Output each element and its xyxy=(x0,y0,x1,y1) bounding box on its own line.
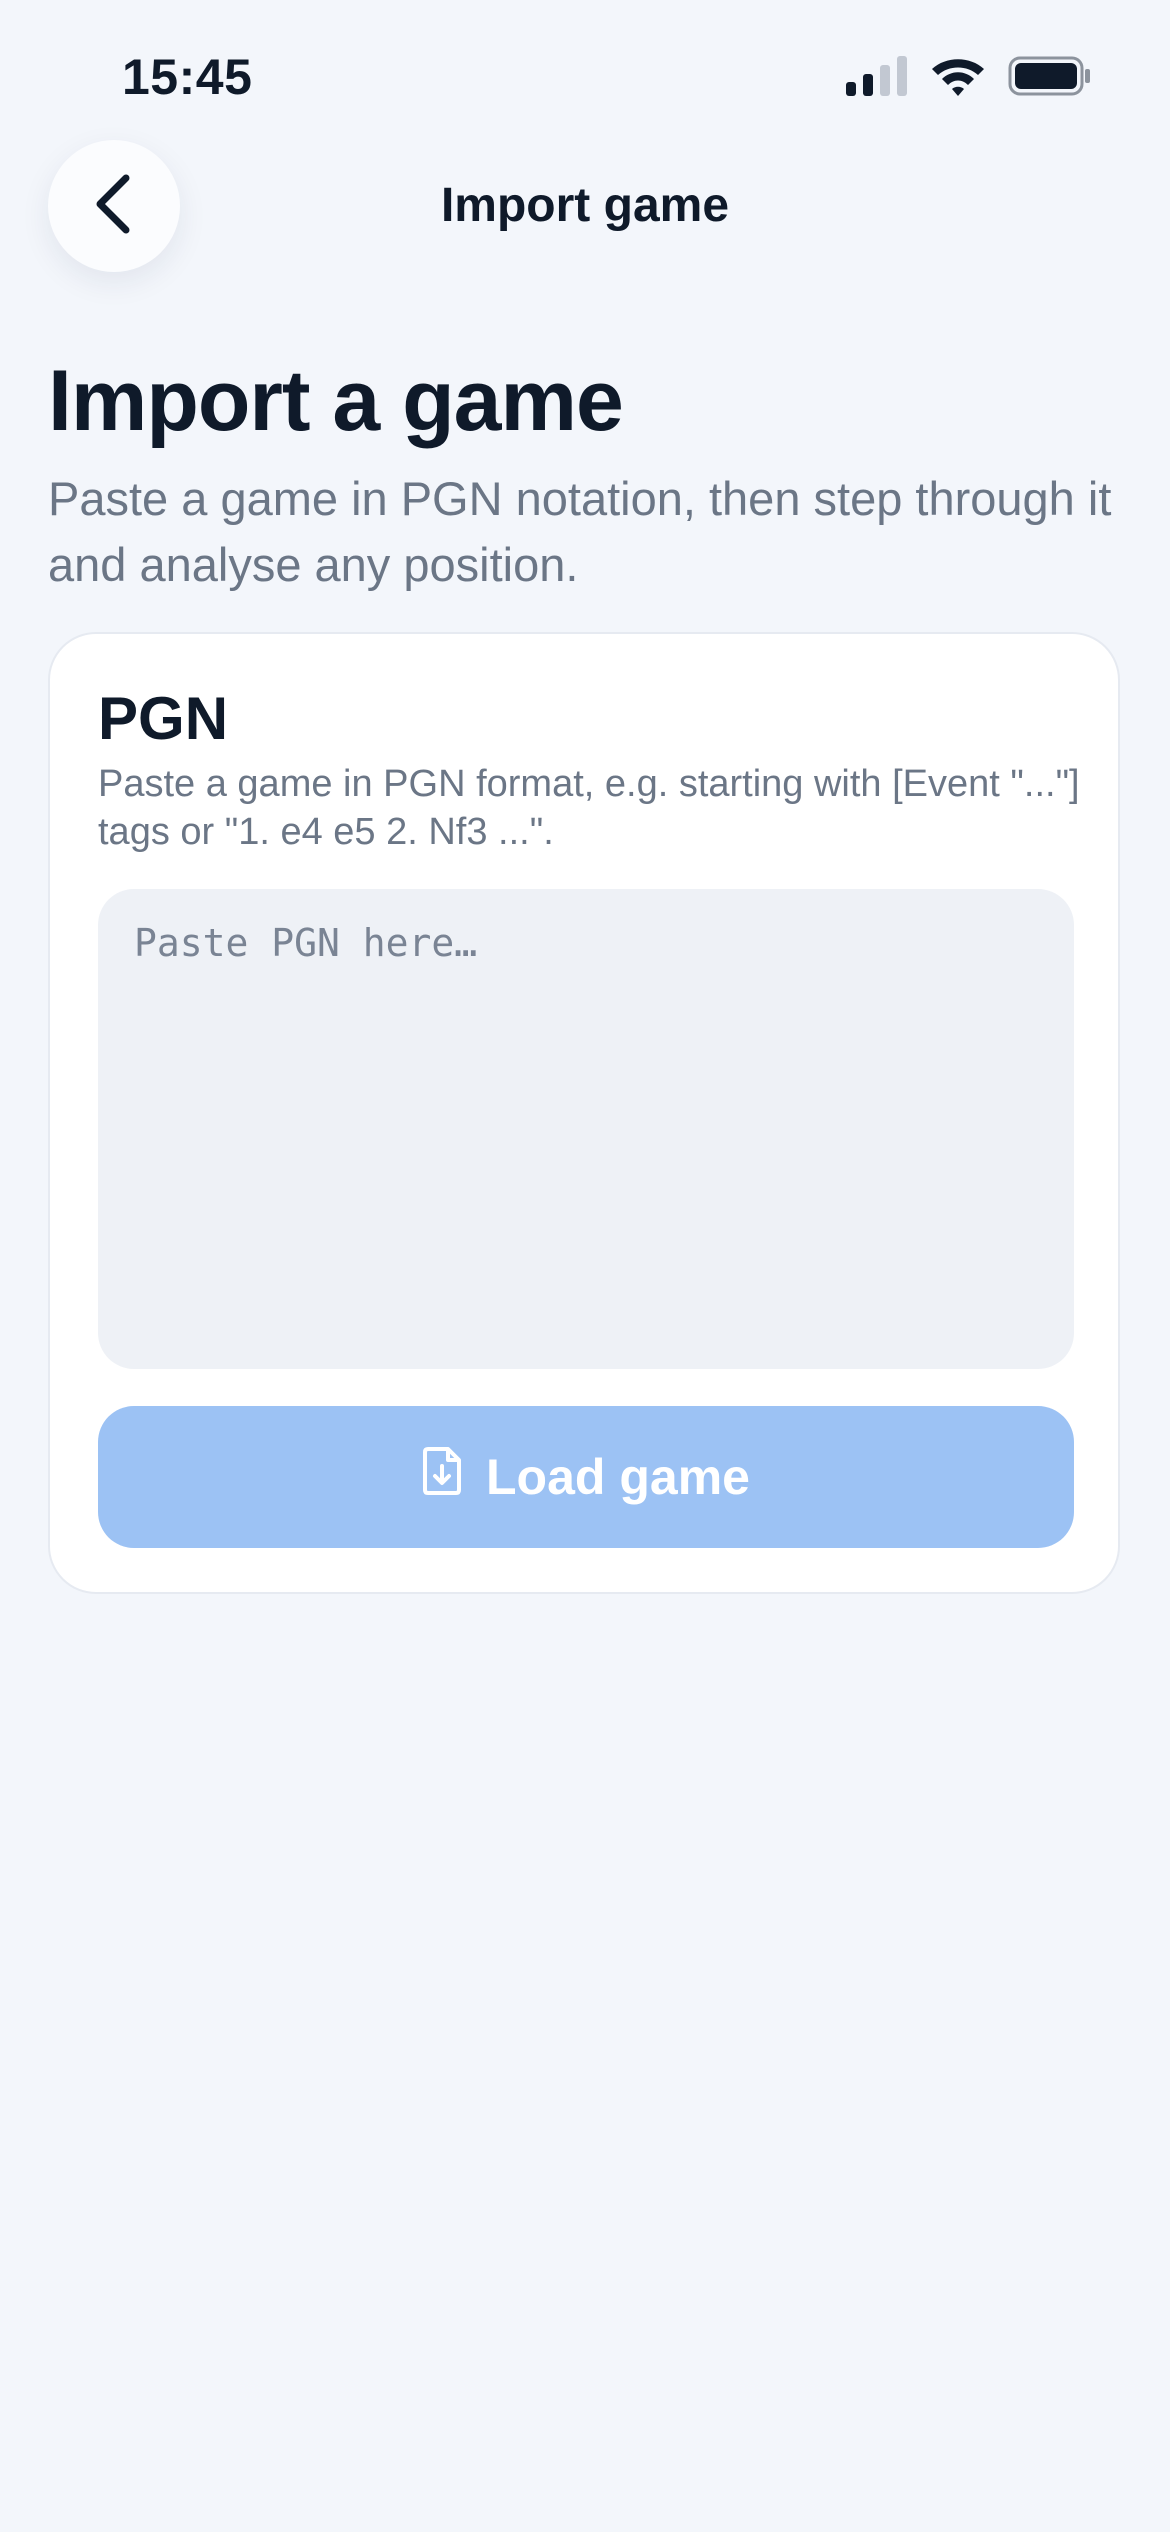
card-title: PGN xyxy=(98,685,229,752)
pgn-input[interactable] xyxy=(98,889,1074,1369)
page-title: Import a game xyxy=(48,353,624,449)
load-game-label: Load game xyxy=(486,1449,750,1505)
battery-icon xyxy=(1008,56,1092,101)
wifi-icon xyxy=(930,56,986,101)
file-download-icon xyxy=(422,1446,462,1508)
load-game-button[interactable]: Load game xyxy=(98,1406,1074,1548)
card-help-text: Paste a game in PGN format, e.g. startin… xyxy=(98,763,1080,853)
page-subtitle: Paste a game in PGN notation, then step … xyxy=(48,472,1112,591)
nav-title: Import game xyxy=(440,179,730,232)
status-bar: 15:45 xyxy=(0,0,1170,150)
status-time: 15:45 xyxy=(122,49,253,105)
status-icons xyxy=(846,55,1092,101)
pgn-card: PGN Paste a game in PGN format, e.g. sta… xyxy=(48,632,1120,1594)
cellular-signal-icon xyxy=(846,55,908,101)
